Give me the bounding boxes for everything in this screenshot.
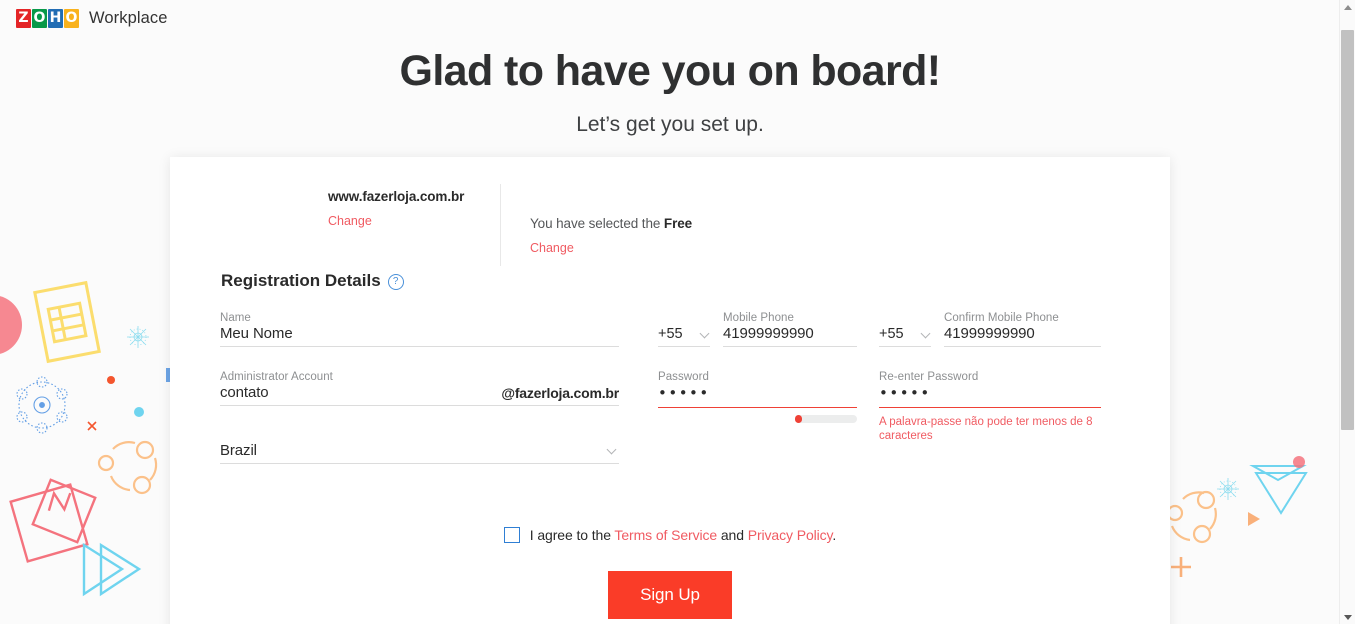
password-label: Password — [658, 371, 709, 383]
section-title-label: Registration Details — [221, 271, 381, 290]
confirm-mobile-phone-label: Confirm Mobile Phone — [944, 312, 1059, 324]
agreement-row: I agree to the Terms of Service and Priv… — [170, 527, 1170, 543]
reenter-password-label: Re-enter Password — [879, 371, 979, 383]
chevron-down-icon — [608, 446, 617, 455]
name-input[interactable]: Meu Nome — [220, 325, 619, 346]
agreement-text: I agree to the Terms of Service and Priv… — [529, 527, 837, 543]
privacy-policy-link[interactable]: Privacy Policy — [748, 527, 833, 543]
confirm-mobile-country-code-value: +55 — [879, 326, 904, 342]
signup-card: www.fazerloja.com.br Change You have sel… — [170, 157, 1170, 624]
administrator-account-label: Administrator Account — [220, 371, 333, 383]
reenter-password-field: Re-enter Password ••••• A palavra-passe … — [879, 371, 1101, 444]
domain-value: www.fazerloja.com.br — [328, 189, 465, 204]
agreement-prefix: I agree to the — [529, 527, 615, 543]
selection-summary: www.fazerloja.com.br Change You have sel… — [170, 157, 1170, 266]
mobile-country-code-select[interactable]: +55 — [658, 326, 710, 347]
logo-tile-z: Z — [16, 8, 31, 28]
name-label: Name — [220, 312, 251, 324]
product-name: Workplace — [89, 8, 168, 27]
page-title: Glad to have you on board! — [399, 47, 941, 95]
confirm-mobile-cc-underline — [879, 346, 931, 347]
chevron-down-icon — [701, 330, 710, 339]
page-subtitle: Let’s get you set up. — [576, 113, 764, 136]
mobile-cc-underline — [658, 346, 710, 347]
mobile-country-code-value: +55 — [658, 326, 683, 342]
brand-header: Z O H O Workplace — [16, 7, 168, 29]
mobile-phone-field: +55 Mobile Phone 41999999990 — [658, 312, 857, 347]
name-field: Name Meu Nome — [220, 312, 619, 347]
agree-checkbox[interactable] — [503, 527, 520, 543]
plan-name: Free — [663, 216, 693, 231]
confirm-mobile-country-code-select[interactable]: +55 — [879, 326, 931, 347]
country-value: Brazil — [220, 442, 257, 459]
vertical-scrollbar[interactable] — [1339, 0, 1355, 624]
password-field: Password ••••• — [658, 371, 857, 423]
password-input[interactable]: ••••• — [658, 384, 857, 407]
password-error-message: A palavra-passe não pode ter menos de 8 … — [879, 416, 1093, 443]
mobile-phone-label: Mobile Phone — [723, 312, 794, 324]
agreement-suffix: . — [832, 527, 837, 543]
scroll-up-arrow-icon[interactable] — [1340, 0, 1355, 14]
name-underline — [220, 346, 619, 347]
reenter-password-underline — [879, 407, 1101, 408]
password-strength-meter — [795, 415, 857, 423]
zoho-logo[interactable]: Z O H O — [16, 7, 80, 29]
mobile-phone-input[interactable]: 41999999990 — [723, 325, 857, 346]
plan-prefix: You have selected the — [530, 216, 664, 231]
confirm-mobile-phone-field: +55 Confirm Mobile Phone 41999999990 — [879, 312, 1101, 347]
password-underline — [658, 407, 857, 408]
logo-tile-o2: O — [64, 8, 79, 28]
signup-button-wrap: Sign Up — [170, 571, 1170, 619]
chevron-down-icon — [922, 330, 931, 339]
logo-tile-h: H — [48, 8, 63, 28]
administrator-account-underline — [220, 405, 619, 406]
password-strength-fill — [795, 415, 802, 423]
confirm-mobile-phone-underline — [944, 346, 1101, 347]
reenter-password-input[interactable]: ••••• — [879, 384, 1101, 407]
change-plan-link[interactable]: Change — [530, 241, 574, 255]
terms-of-service-link[interactable]: Terms of Service — [614, 527, 717, 543]
scroll-down-arrow-icon[interactable] — [1340, 610, 1355, 624]
plan-summary: You have selected the Free Change — [500, 184, 692, 266]
agreement-middle: and — [717, 527, 748, 543]
registration-form: Name Meu Nome +55 Mobile Phone 419999999… — [220, 312, 1130, 464]
plan-value: You have selected the Free — [530, 216, 692, 231]
confirm-mobile-phone-input[interactable]: 41999999990 — [944, 325, 1101, 346]
logo-tile-o1: O — [32, 8, 47, 28]
question-mark-circle-icon[interactable]: ? — [387, 274, 404, 290]
registration-details-heading: Registration Details ? — [221, 271, 404, 291]
change-domain-link[interactable]: Change — [328, 214, 372, 228]
country-select[interactable]: Brazil — [220, 442, 619, 464]
mobile-phone-underline — [723, 346, 857, 347]
domain-summary: www.fazerloja.com.br Change — [170, 157, 500, 266]
country-underline — [220, 463, 619, 464]
signup-page: Z O H O Workplace Glad to have you on bo… — [0, 0, 1355, 624]
administrator-account-suffix: @fazerloja.com.br — [501, 385, 619, 401]
administrator-account-field: Administrator Account contato @fazerloja… — [220, 371, 619, 406]
signup-button[interactable]: Sign Up — [608, 571, 732, 619]
scrollbar-thumb[interactable] — [1341, 30, 1354, 430]
